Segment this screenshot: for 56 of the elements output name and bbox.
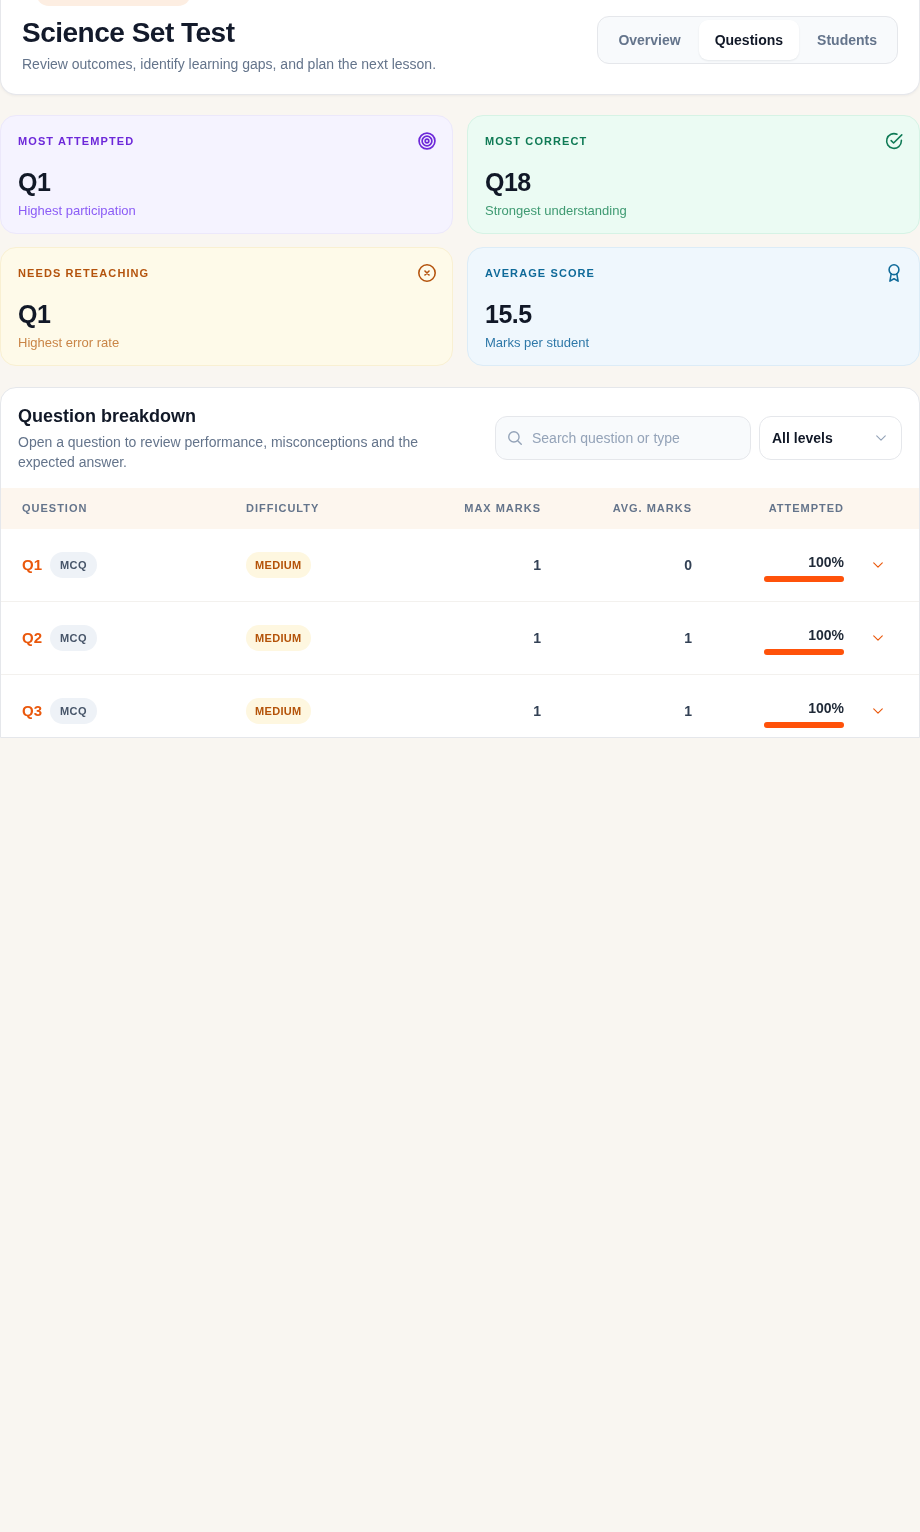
page-subtitle: Review outcomes, identify learning gaps, and plan the next lesson. [22,55,437,74]
difficulty-tag: MEDIUM [246,697,311,725]
max-marks-value: 1 [533,703,541,719]
avg-marks-value: 1 [684,630,692,646]
avg-marks-value: 1 [684,703,692,719]
question-number: Q3 [22,700,42,721]
view-tab[interactable]: Overview [602,20,697,60]
stat-value: 15.5 [485,300,533,328]
section-description: Open a question to review performance, misconceptions and the expected answer. [18,433,419,472]
question-type-tag: MCQ [50,551,97,579]
stat-label: NEEDS RETEACHING [18,266,150,281]
attempted-percent: 100% [808,553,844,571]
difficulty-tag: MEDIUM [246,624,311,652]
question-number: Q2 [22,627,42,648]
question-row[interactable]: Q3 MCQ MEDIUM 1 1 100% [1,675,919,737]
stat-caption: Marks per student [485,334,591,351]
chevron-down-icon[interactable] [873,562,883,568]
avg-marks-value: 0 [684,557,692,573]
stat-caption: Highest error rate [18,334,121,351]
column-header: ATTEMPTED [767,501,845,517]
stat-label: AVERAGE SCORE [485,266,596,281]
view-tab[interactable]: Students [801,20,893,60]
chevron-down-icon [876,435,886,441]
stat-value: Q1 [18,168,52,196]
section-title: Question breakdown [18,405,198,428]
question-row[interactable]: Q1 MCQ MEDIUM 1 0 100% [1,529,919,602]
target-icon [418,132,436,150]
attempted-percent: 100% [808,699,844,717]
column-header: QUESTION [21,501,89,517]
question-type-tag: MCQ [50,624,97,652]
max-marks-value: 1 [533,557,541,573]
difficulty-tag: MEDIUM [246,551,311,579]
stat-label: MOST CORRECT [485,134,588,149]
page-title: Science Set Test [22,16,236,50]
column-header: DIFFICULTY [246,501,321,517]
level-dropdown[interactable]: All levels [759,416,902,460]
chevron-down-icon[interactable] [873,635,883,641]
question-row[interactable]: Q2 MCQ MEDIUM 1 1 100% [1,602,919,675]
search-icon [508,431,522,445]
attempted-percent: 100% [808,626,844,644]
stat-value: Q1 [18,300,52,328]
stat-caption: Highest participation [18,202,137,219]
view-tab[interactable]: Questions [698,20,800,60]
check-circle-icon [885,132,903,150]
x-circle-icon [418,264,436,282]
question-type-tag: MCQ [50,697,97,725]
question-number: Q1 [22,554,42,575]
stat-value: Q18 [485,168,532,196]
search-field[interactable]: Search question or type [495,416,751,460]
stat-caption: Strongest understanding [485,202,628,219]
max-marks-value: 1 [533,630,541,646]
award-icon [885,264,903,282]
stat-label: MOST ATTEMPTED [18,134,135,149]
column-header: MAX MARKS [463,501,542,517]
chevron-down-icon[interactable] [873,708,883,714]
column-header: AVG. MARKS [611,501,693,517]
